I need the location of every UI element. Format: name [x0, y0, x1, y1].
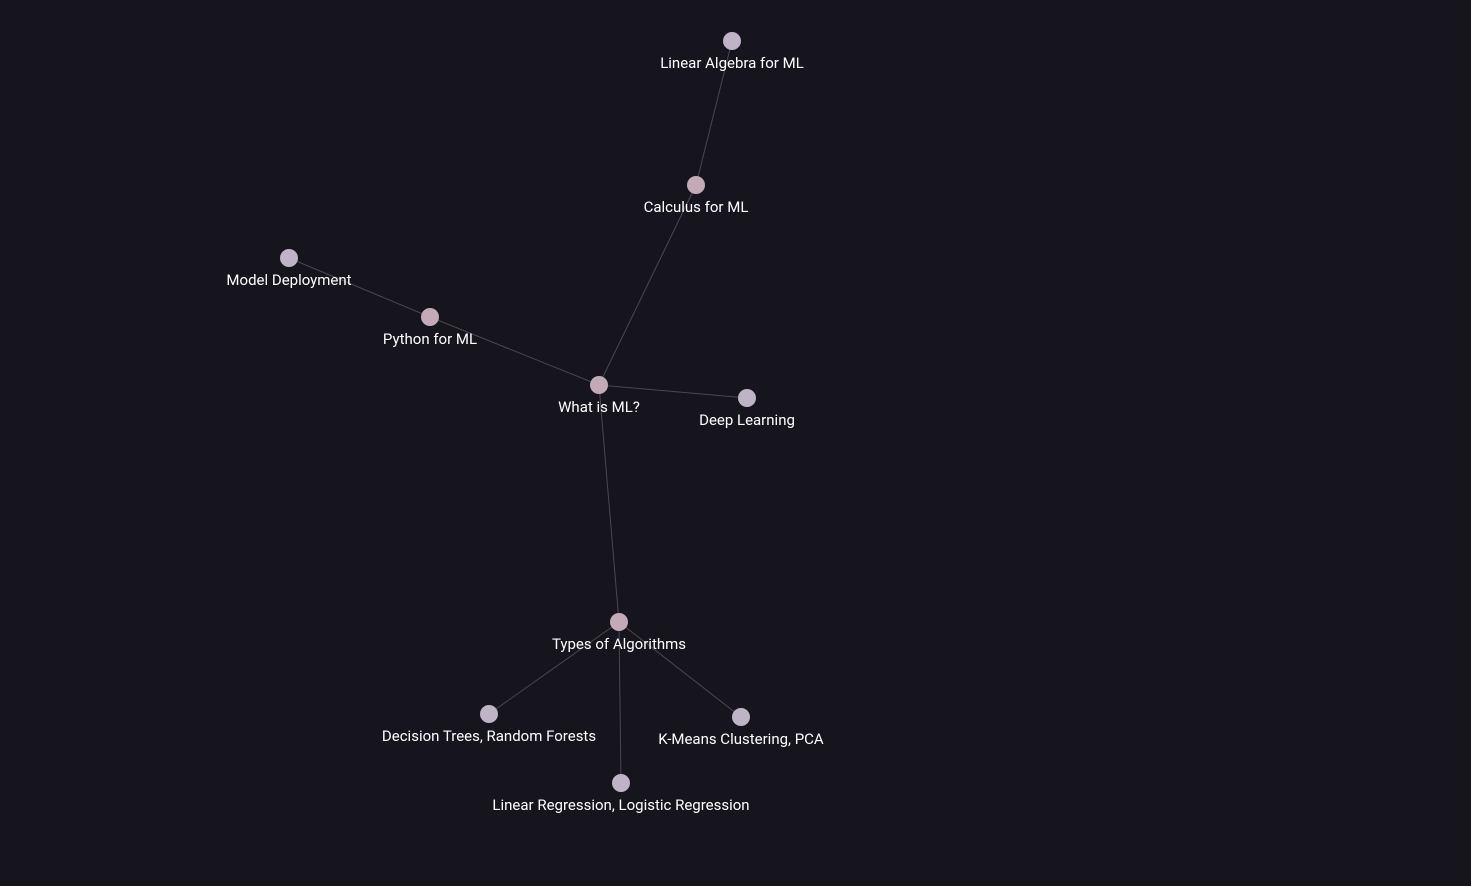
node-circle-types_of_algorithms[interactable]	[610, 613, 628, 631]
node-label-types_of_algorithms: Types of Algorithms	[552, 635, 686, 653]
node-label-decision_trees: Decision Trees, Random Forests	[382, 727, 596, 745]
node-label-linear_regression: Linear Regression, Logistic Regression	[492, 796, 749, 814]
node-circle-kmeans[interactable]	[732, 708, 750, 726]
node-calculus[interactable]: Calculus for ML	[644, 176, 749, 216]
nodes-layer: Linear Algebra for ML Calculus for ML Mode…	[226, 32, 824, 814]
node-python[interactable]: Python for ML	[383, 308, 477, 348]
node-decision_trees[interactable]: Decision Trees, Random Forests	[382, 705, 596, 745]
graph-canvas[interactable]: Linear Algebra for ML Calculus for ML Mode…	[0, 0, 1471, 886]
node-circle-model_deployment[interactable]	[280, 249, 298, 267]
node-label-kmeans: K-Means Clustering, PCA	[658, 730, 824, 748]
node-circle-python[interactable]	[421, 308, 439, 326]
node-label-deep_learning: Deep Learning	[699, 411, 795, 429]
node-circle-linear_algebra[interactable]	[723, 32, 741, 50]
node-model_deployment[interactable]: Model Deployment	[226, 249, 351, 289]
edge-what_is_ml-deep_learning	[599, 385, 747, 398]
edge-python-what_is_ml	[430, 317, 599, 385]
node-what_is_ml[interactable]: What is ML?	[558, 376, 640, 416]
node-circle-deep_learning[interactable]	[738, 389, 756, 407]
node-label-model_deployment: Model Deployment	[226, 271, 351, 289]
node-label-calculus: Calculus for ML	[644, 198, 749, 216]
node-kmeans[interactable]: K-Means Clustering, PCA	[658, 708, 824, 748]
node-linear_algebra[interactable]: Linear Algebra for ML	[660, 32, 804, 72]
edges-layer	[289, 41, 747, 783]
node-circle-decision_trees[interactable]	[480, 705, 498, 723]
node-label-linear_algebra: Linear Algebra for ML	[660, 54, 804, 72]
node-circle-calculus[interactable]	[687, 176, 705, 194]
node-label-python: Python for ML	[383, 330, 477, 348]
edge-what_is_ml-types_of_algorithms	[599, 385, 619, 622]
node-circle-what_is_ml[interactable]	[590, 376, 608, 394]
node-label-what_is_ml: What is ML?	[558, 398, 640, 416]
node-linear_regression[interactable]: Linear Regression, Logistic Regression	[492, 774, 749, 814]
node-circle-linear_regression[interactable]	[612, 774, 630, 792]
